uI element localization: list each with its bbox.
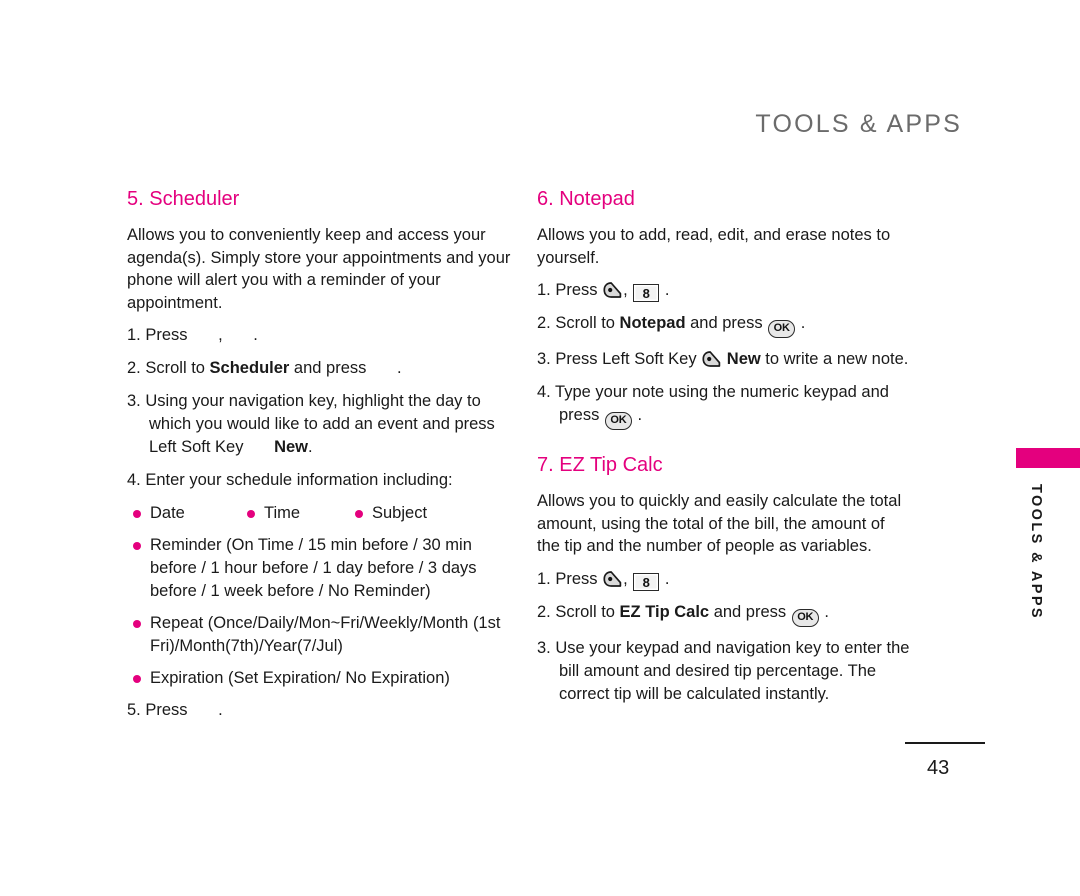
right-column: 6. Notepad Allows you to add, read, edit…	[537, 188, 912, 716]
ez-tip-calc-step-list: 1. Press , 8 . 2. Scroll to EZ Tip Calc a…	[537, 568, 912, 706]
notepad-step-list: 1. Press , 8 . 2. Scroll to Notepad and p…	[537, 279, 912, 430]
numbered-step: 1. Press , .	[127, 326, 258, 344]
footer-divider	[905, 742, 985, 744]
numeric-key-icon: 8	[633, 572, 660, 591]
numbered-step: 2. Scroll to Scheduler and press .	[127, 359, 402, 377]
side-tab-bar	[1016, 448, 1080, 468]
numbered-step: 3. Using your navigation key, highlight …	[127, 392, 495, 456]
numbered-step: 2. Scroll to Notepad and press OK .	[537, 312, 912, 338]
scheduler-final-step: 5. Press .	[127, 699, 512, 722]
numbered-step: 2. Scroll to EZ Tip Calc and press OK .	[537, 601, 912, 627]
step-number: 1.	[537, 281, 556, 299]
side-tab-label: TOOLS & APPS	[1028, 484, 1044, 620]
numbered-step: 4. Enter your schedule information inclu…	[127, 471, 453, 489]
step-number: 2.	[537, 314, 556, 332]
step-number: 4.	[127, 471, 146, 489]
step-number: 1.	[127, 326, 146, 344]
ok-key-icon: OK	[791, 608, 819, 627]
step-number: 2.	[127, 359, 146, 377]
ok-key-icon: OK	[604, 412, 632, 430]
numbered-step: 3. Press Left Soft Key New to write a ne…	[537, 350, 909, 368]
numbered-step: 3. Use your keypad and navigation key to…	[537, 638, 910, 703]
left-soft-key-icon	[603, 282, 622, 298]
step-number: 3.	[537, 638, 556, 657]
numbered-step: 1. Press , 8 .	[537, 569, 670, 591]
scheduler-bullets: Reminder (On Time / 15 min before / 30 m…	[127, 534, 512, 690]
left-soft-key-icon	[603, 570, 622, 587]
emphasis-text: EZ Tip Calc	[619, 602, 710, 621]
scheduler-step-list: 1. Press , . 2. Scroll to Scheduler and p…	[127, 324, 512, 492]
scheduler-bullet-row: Date Time Subject	[127, 502, 512, 525]
list-item: Repeat (Once/Daily/Mon~Fri/Weekly/Month …	[127, 612, 512, 658]
section-intro-notepad: Allows you to add, read, edit, and erase…	[537, 226, 891, 267]
step-number: 5.	[127, 701, 146, 719]
emphasis-text: Scheduler	[209, 359, 290, 377]
side-tab: TOOLS & APPS	[1016, 448, 1080, 620]
list-item: Expiration (Set Expiration/ No Expiratio…	[127, 667, 512, 690]
step-number: 4.	[537, 383, 556, 401]
step-number: 2.	[537, 602, 556, 621]
numbered-step: 1. Press , 8 .	[537, 281, 670, 302]
numbered-step: 5. Press .	[127, 701, 223, 719]
ok-key-icon: OK	[768, 320, 796, 338]
section-intro-scheduler: Allows you to conveniently keep and acce…	[127, 226, 511, 312]
emphasis-text: New	[274, 438, 308, 456]
page-title: TOOLS & APPS	[755, 110, 962, 138]
section-title-scheduler: 5. Scheduler	[127, 188, 240, 210]
section-intro-ez-tip-calc: Allows you to quickly and easily calcula…	[537, 492, 902, 555]
left-column: 5. Scheduler Allows you to conveniently …	[127, 188, 512, 732]
step-number: 3.	[537, 350, 556, 368]
emphasis-text: Notepad	[619, 314, 686, 332]
numeric-key-icon: 8	[633, 284, 660, 302]
left-soft-key-icon	[702, 351, 721, 367]
numbered-step: 4. Type your note using the numeric keyp…	[537, 381, 912, 430]
list-item: Reminder (On Time / 15 min before / 30 m…	[127, 534, 512, 603]
list-item: Subject	[349, 502, 427, 525]
section-title-notepad: 6. Notepad	[537, 188, 635, 210]
list-item: Time	[241, 502, 300, 525]
emphasis-text: New	[722, 350, 761, 368]
footer: 43	[905, 742, 985, 780]
page-number: 43	[927, 756, 950, 779]
section-title-ez-tip-calc: 7. EZ Tip Calc	[537, 454, 663, 476]
step-number: 3.	[127, 392, 146, 410]
list-item: Date	[127, 502, 185, 525]
step-number: 1.	[537, 569, 556, 588]
